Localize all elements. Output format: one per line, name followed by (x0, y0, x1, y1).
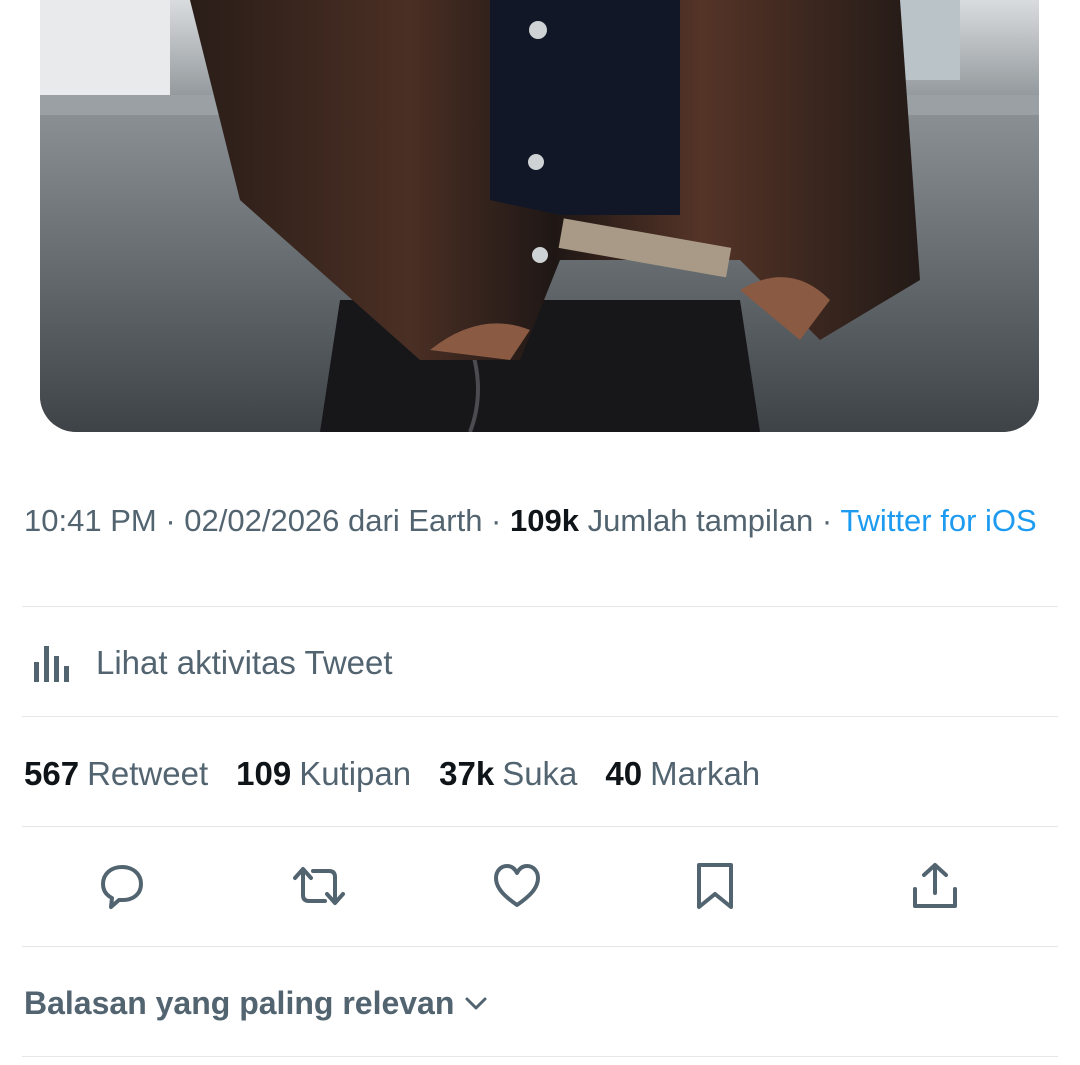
stat-count: 109 (236, 755, 292, 792)
tweet-stats: 567 Retweet 109 Kutipan 37k Suka 40 Markah (24, 748, 788, 800)
stat-likes[interactable]: 37k Suka (439, 755, 577, 793)
chevron-down-icon (465, 997, 487, 1010)
tweet-activity-link[interactable]: Lihat aktivitas Tweet (30, 636, 393, 690)
stat-label: Retweet (87, 755, 209, 792)
stat-retweets[interactable]: 567 Retweet (24, 755, 208, 793)
bookmark-icon (697, 863, 733, 909)
activity-label: Lihat aktivitas Tweet (96, 644, 393, 681)
tweet-meta: 10:41 PM · 02/02/2026 dari Earth · 109k … (24, 500, 1044, 542)
like-button[interactable] (489, 858, 545, 914)
tweet-location: dari Earth (339, 503, 483, 538)
stat-label: Suka (502, 755, 578, 792)
stat-quotes[interactable]: 109 Kutipan (236, 755, 411, 793)
tweet-source-link[interactable]: Twitter for iOS (840, 503, 1036, 538)
share-icon (913, 863, 957, 908)
divider (22, 826, 1058, 827)
stat-count: 37k (439, 755, 495, 792)
like-icon (494, 864, 540, 907)
views-label: Jumlah tampilan (578, 503, 814, 538)
divider (22, 606, 1058, 607)
replies-sort-dropdown[interactable]: Balasan yang paling relevan (24, 980, 488, 1026)
divider (22, 1056, 1058, 1057)
stat-count: 40 (605, 755, 643, 792)
share-button[interactable] (907, 858, 963, 914)
tweet-media-image[interactable] (40, 0, 1039, 432)
retweet-button[interactable] (291, 858, 347, 914)
retweet-icon (293, 867, 345, 905)
stat-bookmarks[interactable]: 40 Markah (605, 755, 760, 793)
views-count: 109k (510, 503, 579, 538)
separator: · (813, 503, 841, 538)
tweet-date: 02/02/2026 (184, 503, 340, 538)
stat-label: Kutipan (299, 755, 412, 792)
tweet-time: 10:41 PM (24, 503, 157, 538)
separator: · (156, 503, 185, 538)
photo-leather-jacket (40, 0, 1039, 432)
stat-label: Markah (650, 755, 761, 792)
divider (22, 946, 1058, 947)
bookmark-button[interactable] (687, 858, 743, 914)
separator: · (482, 503, 510, 538)
reply-icon (101, 865, 143, 909)
replies-sort-label: Balasan yang paling relevan (24, 984, 455, 1021)
reply-button[interactable] (94, 858, 150, 914)
analytics-icon (34, 646, 69, 682)
stat-count: 567 (24, 755, 80, 792)
divider (22, 716, 1058, 717)
